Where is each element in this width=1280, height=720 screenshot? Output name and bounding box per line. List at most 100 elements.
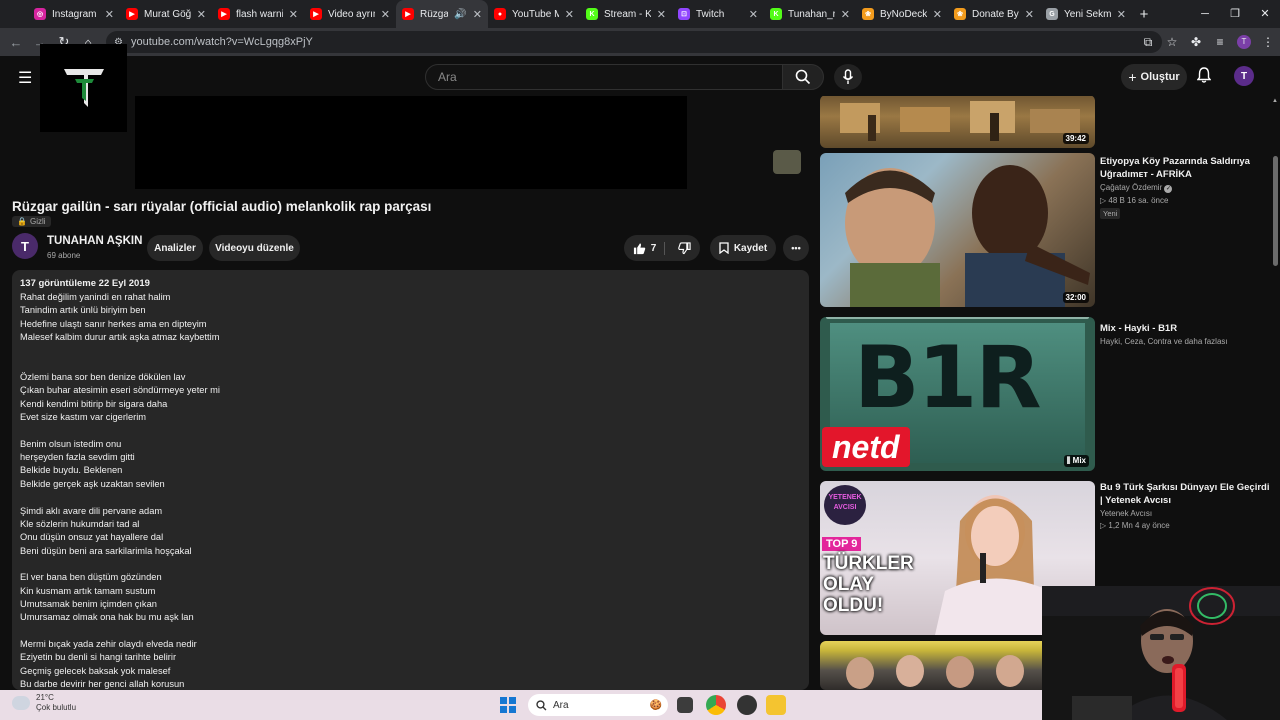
recommendation-item[interactable]: 32:00 Etiyopya Köy Pazarında Saldırıya U… [820,153,1280,307]
video-thumbnail[interactable]: 32:00 [820,153,1095,307]
browser-tab[interactable]: K Tunahan_ru ✕ [764,0,856,28]
tab-favicon-icon: K [770,8,782,20]
browser-tab[interactable]: ◎ Instagram ✕ [28,0,120,28]
duration-badge: 32:00 [1062,292,1089,303]
tab-title: Yeni Sekme [1064,8,1111,20]
browser-tab[interactable]: ● YouTube Mu ✕ [488,0,580,28]
media-control-icon[interactable]: ≡ [1208,35,1232,49]
menu-hamburger-icon[interactable]: ☰ [18,68,32,88]
channel-name[interactable]: Yetenek Avcısı [1100,509,1270,518]
notifications-bell-icon[interactable] [1196,67,1212,86]
task-view-icon[interactable] [677,697,693,713]
search-button[interactable] [782,64,824,90]
tab-close-icon[interactable]: ✕ [933,8,942,21]
tab-close-icon[interactable]: ✕ [657,8,666,21]
video-thumbnail[interactable]: B1R netd ⫼ Mix [820,317,1095,471]
browser-menu-icon[interactable]: ⋮ [1256,35,1280,49]
channel-name[interactable]: Hayki, Ceza, Contra ve daha fazlası [1100,337,1270,346]
tab-close-icon[interactable]: ✕ [565,8,574,21]
taskbar-search-input[interactable]: Ara 🍪 [528,694,668,716]
video-thumbnail[interactable]: 39:42 [820,96,1095,148]
channel-name-with-verified[interactable]: Çağatay Özdemir ✓ [1100,183,1270,193]
windows-start-icon[interactable] [500,697,516,713]
browser-tab[interactable]: G Yeni Sekme ✕ [1040,0,1132,28]
weather-text: 21°C Çok bulutlu [36,693,76,713]
browser-profile-avatar[interactable]: T [1237,35,1251,49]
tab-favicon-icon: ❀ [954,8,966,20]
search-input[interactable]: Ara [425,64,783,90]
tab-close-icon[interactable]: ✕ [289,8,298,21]
analytics-button[interactable]: Analizler [147,235,203,261]
video-title-link[interactable]: Bu 9 Türk Şarkısı Dünyayı Ele Geçirdi | … [1100,481,1270,507]
video-title-link[interactable]: Mix - Hayki - B1R [1100,322,1270,335]
more-actions-button[interactable]: ••• [783,235,809,261]
new-tab-button[interactable]: + [1132,6,1156,23]
channel-avatar[interactable]: T [12,233,38,259]
lyric-line: Belkide buydu. Beklenen [20,465,123,476]
browser-tab[interactable]: ▶ Rüzgar g 🔊 ✕ [396,0,488,28]
lyric-line: Geçmiş gelecek baksak yok malesef [20,665,171,676]
browser-tab[interactable]: ⊡ Twitch ✕ [672,0,764,28]
page-scrollbar-thumb[interactable] [1273,156,1278,266]
weather-widget[interactable]: 21°C Çok bulutlu [12,693,76,713]
browser-tab[interactable]: ▶ Video ayrıntı ✕ [304,0,396,28]
lyric-line: Kin kusmam artık tamam sustum [20,585,156,596]
extensions-icon[interactable]: ✤ [1184,35,1208,49]
install-app-icon[interactable]: ⧉ [1136,35,1160,50]
new-badge: Yeni [1100,208,1121,219]
voice-search-button[interactable] [834,64,862,90]
views-age-text: ▷ 48 B 16 sa. önce [1100,196,1270,205]
tab-close-icon[interactable]: ✕ [473,8,482,21]
browser-tab[interactable]: K Stream - Kic ✕ [580,0,672,28]
tab-title: flash warnin [236,8,283,20]
views-age-text: ▷ 1,2 Mn 4 ay önce [1100,521,1270,530]
browser-tab[interactable]: ▶ Murat Göğe ✕ [120,0,212,28]
mix-label: Mix [1072,456,1086,465]
tab-title: ByNoDeck il [880,8,927,20]
account-avatar[interactable]: T [1234,66,1254,86]
tab-close-icon[interactable]: ✕ [381,8,390,21]
like-button[interactable]: 7 [633,241,666,255]
channel-name[interactable]: TUNAHAN AŞKIN [47,235,142,247]
description-box[interactable]: 137 görüntüleme 22 Eyl 2019 Rahat değili… [12,270,809,690]
tab-close-icon[interactable]: ✕ [105,8,114,21]
tab-close-icon[interactable]: ✕ [841,8,850,21]
tab-favicon-icon: ❀ [862,8,874,20]
file-explorer-icon[interactable] [766,695,786,715]
browser-tab[interactable]: ❀ Donate ByN ✕ [948,0,1040,28]
cloudy-weather-icon [12,696,30,710]
save-button[interactable]: Kaydet [710,235,776,261]
description-lyrics: Rahat değilim yanindi en rahat halim Tani… [20,291,801,690]
create-button[interactable]: + Oluştur [1121,64,1187,90]
video-title-link[interactable]: Etiyopya Köy Pazarında Saldırıya Uğradım… [1100,155,1270,181]
url-omnibox[interactable]: ⚙ youtube.com/watch?v=WcLgqg8xPjY [106,31,1162,53]
edit-video-button[interactable]: Videoyu düzenle [209,235,300,261]
miniplayer-thumbnail[interactable] [773,150,801,174]
bookmark-star-icon[interactable]: ☆ [1160,35,1184,49]
lyric-line: herşeyden fazla sevdim gitti [20,452,135,463]
browser-tab[interactable]: ▶ flash warnin ✕ [212,0,304,28]
tab-close-icon[interactable]: ✕ [749,8,758,21]
video-player[interactable] [135,96,687,189]
restore-icon[interactable]: ❐ [1220,0,1250,28]
lyric-line: Belkide gerçek aşk uzaktan sevilen [20,478,165,489]
browser-tab[interactable]: ❀ ByNoDeck il ✕ [856,0,948,28]
tab-close-icon[interactable]: ✕ [1025,8,1034,21]
close-window-icon[interactable]: ✕ [1250,0,1280,28]
dislike-button[interactable] [670,241,691,255]
back-icon[interactable]: ← [4,35,28,50]
privacy-badge: 🔒 Gizli [12,216,51,227]
recommendation-item[interactable]: B1R netd ⫼ Mix Mix - Hayki - B1R Hayki, … [820,317,1280,471]
channel-logo-overlay [40,44,127,132]
obs-icon[interactable] [737,695,757,715]
tab-audio-icon[interactable]: 🔊 [454,9,466,20]
lyric-line: Mermi bıçak yada zehir olaydı elveda ned… [20,638,197,649]
minimize-icon[interactable]: ─ [1190,0,1220,28]
recommendation-item[interactable]: 39:42 [820,96,1280,149]
chrome-icon[interactable] [706,695,726,715]
tab-close-icon[interactable]: ✕ [1117,8,1126,21]
privacy-label: Gizli [29,217,46,226]
scroll-up-arrow-icon[interactable]: ▲ [1272,98,1278,104]
video-info: Etiyopya Köy Pazarında Saldırıya Uğradım… [1100,155,1270,219]
tab-close-icon[interactable]: ✕ [197,8,206,21]
